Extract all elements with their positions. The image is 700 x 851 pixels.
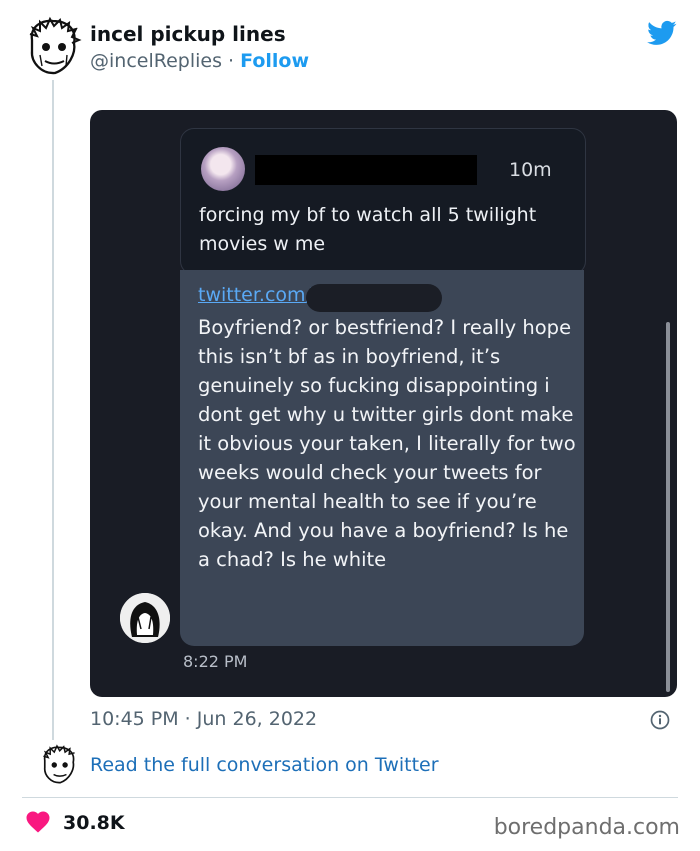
screenshot-scrollbar xyxy=(666,322,670,692)
sender-avatar xyxy=(120,593,170,643)
like-count[interactable]: 30.8K xyxy=(63,812,125,834)
author-handle[interactable]: @incelReplies xyxy=(90,50,222,72)
quoted-tweet-time: 10m xyxy=(509,159,552,181)
quoted-tweet-card: 10m forcing my bf to watch all 5 twiligh… xyxy=(180,128,586,275)
incel-avatar-icon xyxy=(29,16,82,75)
author-avatar[interactable] xyxy=(22,16,84,78)
info-icon[interactable] xyxy=(650,710,670,730)
redacted-username xyxy=(255,155,477,185)
conversation-avatar[interactable] xyxy=(38,744,80,786)
author-handle-row: @incelReplies · Follow xyxy=(90,50,309,72)
tweet-timestamp[interactable]: 10:45 PM · Jun 26, 2022 xyxy=(90,708,317,730)
handle-separator: · xyxy=(228,50,235,72)
read-conversation-link[interactable]: Read the full conversation on Twitter xyxy=(90,754,439,776)
boredpanda-watermark: boredpanda.com xyxy=(493,815,680,840)
quoted-user-avatar xyxy=(201,147,245,191)
message-text: Boyfriend? or bestfriend? I really hope … xyxy=(198,316,576,571)
thread-line xyxy=(52,80,54,740)
incel-avatar-icon xyxy=(43,744,75,784)
message-sent-time: 8:22 PM xyxy=(183,652,248,671)
footer-divider xyxy=(22,797,678,798)
heart-icon[interactable] xyxy=(26,811,50,833)
author-display-name[interactable]: incel pickup lines xyxy=(90,22,286,46)
quoted-tweet-text: forcing my bf to watch all 5 twilight mo… xyxy=(199,204,537,255)
tweet-media-screenshot[interactable]: 10m forcing my bf to watch all 5 twiligh… xyxy=(90,110,677,697)
twitter-bird-icon[interactable] xyxy=(646,18,678,48)
message-bubble: twitter.com/ Boyfriend? or bestfriend? I… xyxy=(180,270,584,646)
redacted-link xyxy=(306,284,442,312)
anime-avatar-icon xyxy=(120,593,170,643)
follow-button[interactable]: Follow xyxy=(240,50,309,72)
message-link[interactable]: twitter.com/ xyxy=(198,284,312,306)
